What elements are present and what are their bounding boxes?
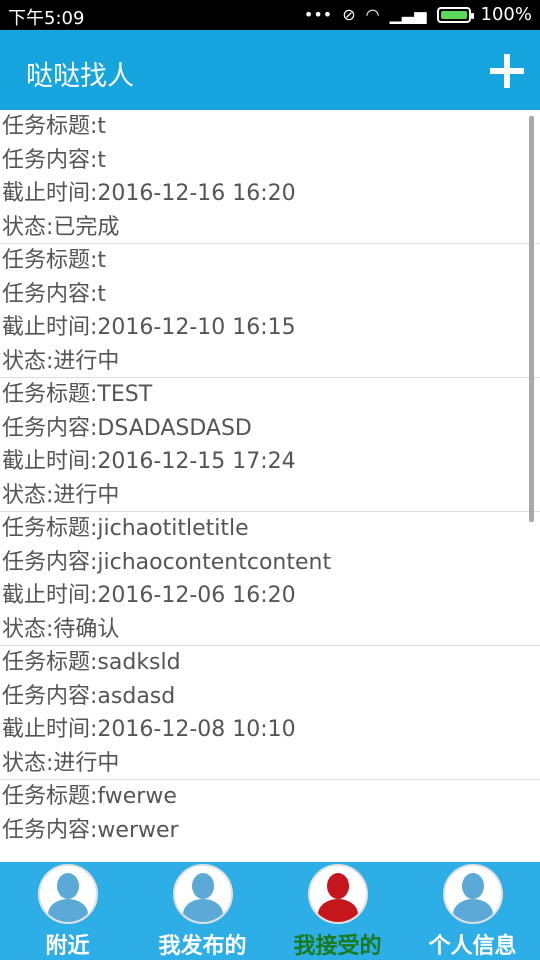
nav-label: 附近 xyxy=(45,934,90,959)
task-content: 任务内容:asdasd xyxy=(2,683,176,709)
task-title: 任务标题:t xyxy=(2,114,107,139)
user-avatar-icon xyxy=(37,864,98,924)
app-title: 哒哒找人 xyxy=(26,61,134,92)
more-dots-icon: ••• xyxy=(303,4,333,24)
task-deadline: 截止时间:2016-12-16 16:20 xyxy=(2,181,296,206)
alarm-off-icon: ⊘ xyxy=(342,4,356,24)
nav-label: 个人信息 xyxy=(428,934,517,959)
scrollbar[interactable] xyxy=(529,116,534,522)
task-item[interactable]: 任务标题:t 任务内容:t 截止时间:2016-12-16 16:20 状态:已… xyxy=(0,110,540,244)
nav-my-published[interactable]: 我发布的 xyxy=(135,862,270,960)
nav-my-accepted[interactable]: 我接受的 xyxy=(270,862,405,960)
battery-percent: 100% xyxy=(480,4,532,25)
nav-label: 我接受的 xyxy=(293,934,382,959)
user-avatar-icon xyxy=(172,864,233,924)
task-content: 任务内容:werwer xyxy=(2,817,179,843)
task-item[interactable]: 任务标题:sadksld 任务内容:asdasd 截止时间:2016-12-08… xyxy=(0,646,540,780)
task-list[interactable]: 任务标题:t 任务内容:t 截止时间:2016-12-16 16:20 状态:已… xyxy=(0,110,540,862)
nav-profile[interactable]: 个人信息 xyxy=(405,862,540,960)
task-content: 任务内容:DSADASDASD xyxy=(2,415,252,441)
task-deadline: 截止时间:2016-12-06 16:20 xyxy=(2,583,296,608)
task-status: 状态:进行中 xyxy=(2,348,120,374)
task-title: 任务标题:sadksld xyxy=(2,650,181,675)
nav-nearby[interactable]: 附近 xyxy=(0,862,135,960)
task-content: 任务内容:t xyxy=(2,147,107,173)
task-content: 任务内容:jichaocontentcontent xyxy=(2,549,332,575)
task-status: 状态:进行中 xyxy=(2,482,120,508)
user-avatar-icon xyxy=(442,864,503,924)
task-item[interactable]: 任务标题:jichaotitletitle 任务内容:jichaocontent… xyxy=(0,512,540,646)
status-bar: 下午5:09 ••• ⊘ ◠ ▁▃▅ 100% xyxy=(0,0,540,30)
task-status: 状态:已完成 xyxy=(2,214,120,240)
status-time: 下午5:09 xyxy=(8,8,85,29)
task-content: 任务内容:t xyxy=(2,281,107,307)
app-bar: 哒哒找人 xyxy=(0,30,540,110)
task-title: 任务标题:fwerwe xyxy=(2,784,177,809)
task-status: 状态:待确认 xyxy=(2,616,120,642)
task-item[interactable]: 任务标题:TEST 任务内容:DSADASDASD 截止时间:2016-12-1… xyxy=(0,378,540,512)
task-deadline: 截止时间:2016-12-10 16:15 xyxy=(2,315,296,340)
signal-icon: ▁▃▅ xyxy=(389,4,427,24)
battery-icon xyxy=(436,6,474,23)
user-avatar-icon xyxy=(307,864,368,924)
task-deadline: 截止时间:2016-12-08 10:10 xyxy=(2,717,296,742)
task-title: 任务标题:TEST xyxy=(2,382,153,407)
task-item[interactable]: 任务标题:fwerwe 任务内容:werwer xyxy=(0,780,540,862)
task-item[interactable]: 任务标题:t 任务内容:t 截止时间:2016-12-10 16:15 状态:进… xyxy=(0,244,540,378)
nav-label: 我发布的 xyxy=(158,934,247,959)
task-title: 任务标题:t xyxy=(2,248,107,273)
task-status: 状态:进行中 xyxy=(2,750,120,776)
task-title: 任务标题:jichaotitletitle xyxy=(2,516,249,541)
add-task-button[interactable] xyxy=(490,54,524,88)
wifi-icon: ◠ xyxy=(365,4,380,24)
task-deadline: 截止时间:2016-12-15 17:24 xyxy=(2,449,296,474)
status-icons: ••• ⊘ ◠ ▁▃▅ 100% xyxy=(304,4,532,25)
bottom-nav: 附近 我发布的 我接受的 个人信息 xyxy=(0,862,540,960)
